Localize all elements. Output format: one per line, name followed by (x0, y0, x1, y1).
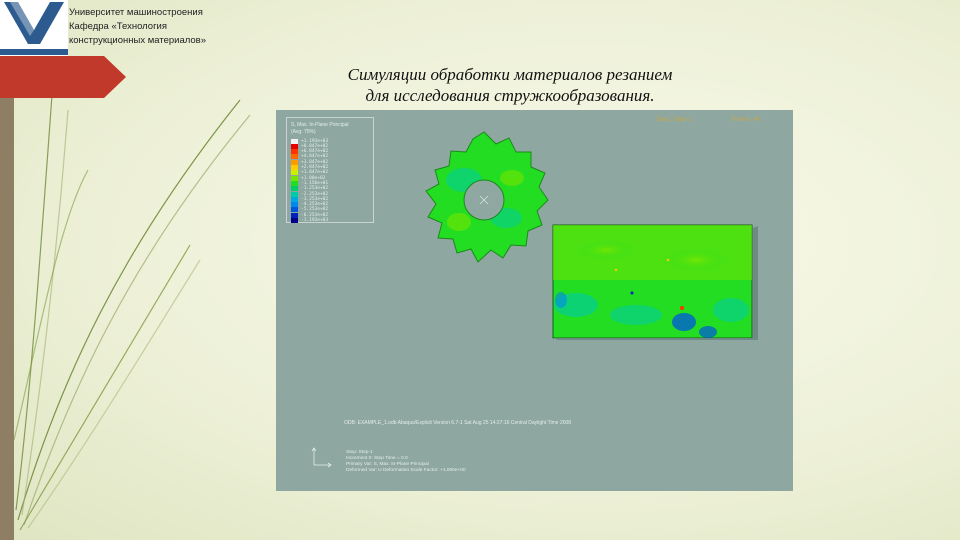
legend-header-line-2: (Avg: 75%) (291, 129, 316, 135)
university-caption: Университет машиностроения Кафедра «Техн… (69, 6, 206, 48)
legend-value: -1.193e+03 (301, 218, 329, 223)
frame-label: Frame: 40 (731, 116, 761, 123)
cutter-wheel (425, 131, 549, 263)
simulation-viewport: S, Max. In-Plane Principal (Avg: 75%) +1… (276, 110, 793, 491)
title-line-2: для исследования стружкообразования. (365, 86, 655, 105)
step-info-line-4: Deformed Var: U Deformation Scale Factor… (346, 468, 466, 473)
legend-header: S, Max. In-Plane Principal (Avg: 75%) (291, 122, 349, 136)
slide-title: Симуляции обработки материалов резанием … (280, 64, 740, 106)
stress-legend: S, Max. In-Plane Principal (Avg: 75%) +1… (286, 117, 374, 223)
odb-info-line: ODB: EXAMPLE_1.odb Abaqus/Explicit Versi… (344, 420, 572, 426)
step-label: Step: Step-1 (656, 116, 693, 123)
legend-header-line-1: S, Max. In-Plane Principal (291, 122, 349, 128)
caption-line-1: Университет машиностроения (69, 7, 203, 18)
logo-emblem-icon (4, 2, 64, 44)
red-arrow-banner (0, 56, 126, 98)
axis-triad-icon (311, 447, 332, 468)
legend-item: -1.193e+03 (291, 218, 328, 224)
workpiece-block (552, 224, 758, 340)
title-line-1: Симуляции обработки материалов резанием (347, 65, 673, 84)
university-logo (0, 0, 68, 56)
logo-strip (0, 49, 68, 55)
caption-line-2: Кафедра «Технология (69, 21, 168, 32)
step-info-block: Step: Step-1 Increment 0: Step Time = 0.… (346, 450, 466, 474)
legend-swatch (291, 218, 298, 223)
caption-line-3: конструкционных материалов» (69, 35, 206, 46)
